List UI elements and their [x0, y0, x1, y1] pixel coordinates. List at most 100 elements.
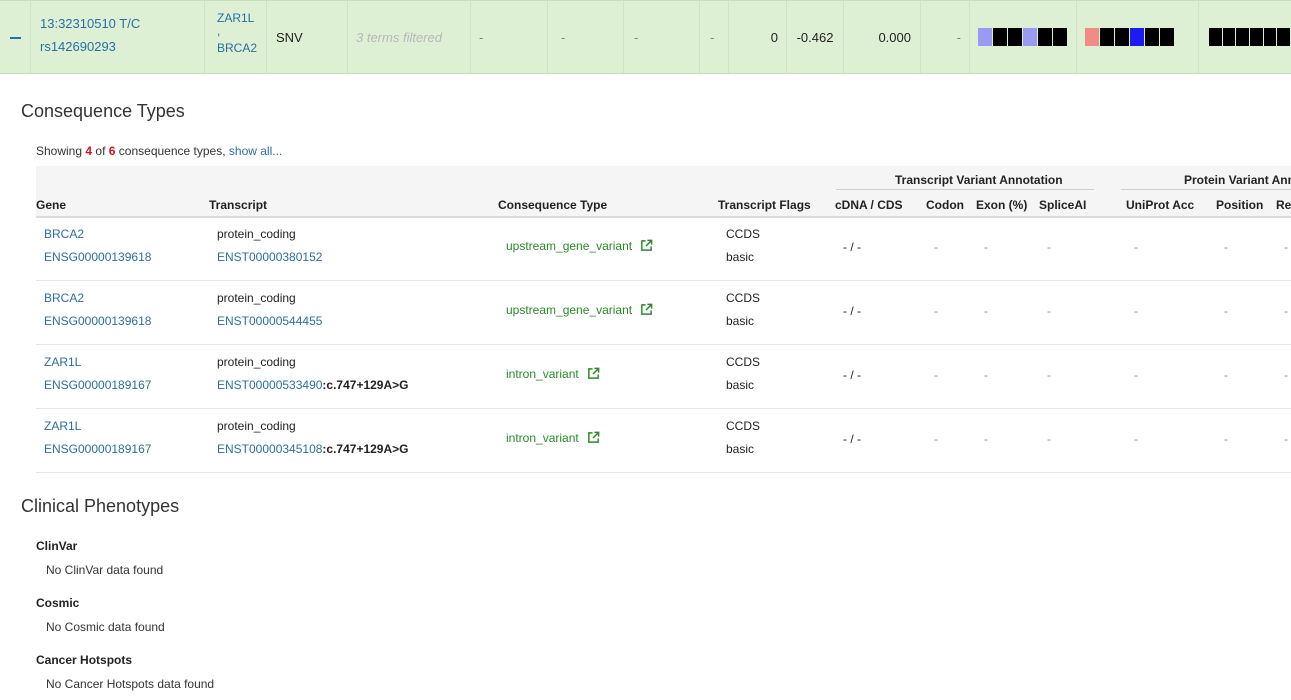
filter-cell: 3 terms filtered — [348, 1, 471, 73]
consequence-link[interactable]: intron_variant — [506, 431, 579, 445]
gene-id-link[interactable]: ENSG00000139618 — [44, 250, 151, 264]
prediction-square[interactable] — [1130, 28, 1144, 46]
variant-id-cell: 13:32310510 T/C rs142690293 — [31, 1, 205, 73]
external-link-icon[interactable] — [632, 303, 653, 317]
gene-name-link[interactable]: BRCA2 — [44, 291, 84, 305]
variant-id-link[interactable]: 13:32310510 T/C — [40, 16, 204, 31]
prediction-square[interactable] — [1115, 28, 1129, 46]
cosmic-heading: Cosmic — [36, 596, 80, 610]
prediction-square[interactable] — [1277, 28, 1291, 46]
col-transcript-flags[interactable]: Transcript Flags — [718, 198, 811, 212]
clinical-phenotypes-title: Clinical Phenotypes — [21, 496, 180, 516]
biotype: protein_coding — [217, 227, 296, 241]
dash-cell-5: - — [921, 1, 970, 73]
prediction-square[interactable] — [1250, 28, 1263, 46]
col-exon[interactable]: Exon (%) — [976, 198, 1027, 212]
minus-icon[interactable] — [10, 37, 21, 39]
col-position[interactable]: Position — [1216, 198, 1263, 212]
transcript-link[interactable]: ENST00000380152 — [217, 250, 322, 264]
position-value: - — [1224, 240, 1228, 254]
flag-basic: basic — [726, 314, 755, 328]
col-consequence-type[interactable]: Consequence Type — [498, 198, 607, 212]
ref-value: - — [1284, 240, 1288, 254]
cancer-hotspots-heading: Cancer Hotspots — [36, 653, 133, 667]
gene-name-link[interactable]: BRCA2 — [44, 227, 84, 241]
transcript-link[interactable]: ENST00000544455 — [217, 314, 322, 328]
uniprot-value: - — [1134, 240, 1138, 254]
prediction-square[interactable] — [1053, 28, 1067, 46]
gene-name-link[interactable]: ZAR1L — [44, 419, 81, 433]
prediction-square[interactable] — [1263, 28, 1277, 46]
external-link-icon[interactable] — [632, 239, 653, 253]
consequence-link[interactable]: upstream_gene_variant — [506, 239, 632, 253]
show-all-link[interactable]: show all... — [229, 144, 282, 158]
gene-link-brca2[interactable]: BRCA2 — [217, 41, 266, 55]
biotype: protein_coding — [217, 291, 296, 305]
external-link-icon[interactable] — [579, 367, 600, 381]
ref-value: - — [1284, 432, 1288, 446]
exon-value: - — [984, 240, 988, 254]
spliceai-value: - — [1047, 240, 1051, 254]
transcript-link[interactable]: ENST00000345108 — [217, 442, 322, 456]
col-codon[interactable]: Codon — [926, 198, 964, 212]
flag-ccds: CCDS — [726, 355, 761, 369]
prediction-square[interactable] — [978, 28, 992, 46]
prediction-square[interactable] — [1209, 28, 1222, 46]
prediction-blocks-2 — [1077, 1, 1199, 73]
variant-type: SNV — [276, 29, 303, 45]
gene-id-link[interactable]: ENSG00000189167 — [44, 378, 151, 392]
variant-rsid-link[interactable]: rs142690293 — [40, 39, 204, 54]
prediction-square[interactable] — [1160, 28, 1174, 46]
biotype: protein_coding — [217, 355, 296, 369]
ref-value: - — [1284, 304, 1288, 318]
consequence-cell: intron_variant — [506, 431, 600, 445]
prediction-square[interactable] — [1100, 28, 1114, 46]
col-spliceai[interactable]: SpliceAI — [1039, 198, 1086, 212]
dash-value: - — [479, 29, 484, 45]
codon-value: - — [934, 432, 938, 446]
table-row: BRCA2 ENSG00000139618 protein_coding ENS… — [36, 216, 1291, 281]
position-value: - — [1224, 304, 1228, 318]
count-cell: 0 — [729, 1, 787, 73]
col-gene[interactable]: Gene — [36, 198, 66, 212]
variant-row: 13:32310510 T/C rs142690293 ZAR1L , BRCA… — [0, 0, 1291, 74]
gene-link-zar1l[interactable]: ZAR1L — [217, 11, 266, 25]
transcript-link[interactable]: ENST00000533490 — [217, 378, 322, 392]
showing-count: 4 — [85, 144, 93, 158]
prediction-square[interactable] — [1008, 28, 1022, 46]
variant-type-cell: SNV — [267, 1, 348, 73]
cosmic-text: No Cosmic data found — [46, 620, 165, 634]
dash-cell-3: - — [624, 1, 700, 73]
external-link-icon[interactable] — [579, 431, 600, 445]
prediction-square[interactable] — [1023, 28, 1037, 46]
prediction-square[interactable] — [1222, 28, 1236, 46]
cdna-value: - / - — [843, 304, 861, 318]
dash-cell-4: - — [700, 1, 729, 73]
prediction-square[interactable] — [1236, 28, 1250, 46]
spliceai-value: - — [1047, 368, 1051, 382]
col-ref[interactable]: Re — [1276, 198, 1291, 212]
prediction-square[interactable] — [1145, 28, 1159, 46]
consequence-link[interactable]: intron_variant — [506, 367, 579, 381]
dash-value: - — [710, 29, 715, 45]
spliceai-value: - — [1047, 304, 1051, 318]
flag-basic: basic — [726, 250, 755, 264]
gene-name-link[interactable]: ZAR1L — [44, 355, 81, 369]
col-uniprot-acc[interactable]: UniProt Acc — [1126, 198, 1194, 212]
col-transcript[interactable]: Transcript — [209, 198, 267, 212]
exon-value: - — [984, 304, 988, 318]
col-cdna-cds[interactable]: cDNA / CDS — [835, 198, 903, 212]
collapse-toggle[interactable] — [0, 1, 31, 73]
prediction-square[interactable] — [1085, 28, 1099, 46]
group-divider — [1121, 189, 1291, 190]
exon-value: - — [984, 432, 988, 446]
clinvar-heading: ClinVar — [36, 539, 78, 553]
prediction-square[interactable] — [1038, 28, 1052, 46]
gene-id-link[interactable]: ENSG00000189167 — [44, 442, 151, 456]
flag-ccds: CCDS — [726, 227, 761, 241]
position-value: - — [1224, 368, 1228, 382]
prediction-square[interactable] — [993, 28, 1007, 46]
gene-id-link[interactable]: ENSG00000139618 — [44, 314, 151, 328]
dash-cell-1: - — [471, 1, 548, 73]
consequence-link[interactable]: upstream_gene_variant — [506, 303, 632, 317]
